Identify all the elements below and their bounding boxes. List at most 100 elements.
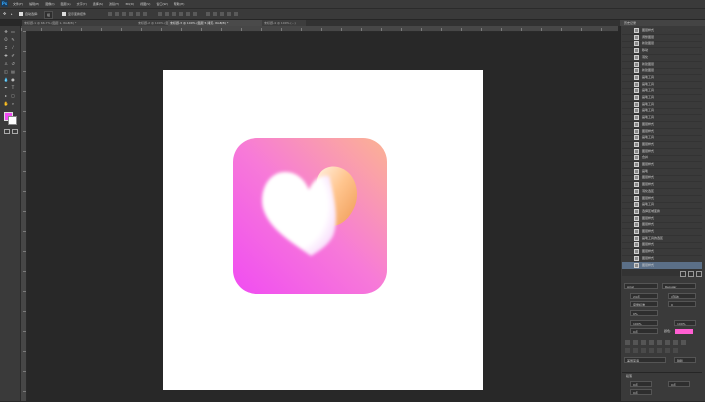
stylistic-alternates-icon[interactable]: [649, 348, 654, 353]
history-state-icon: [634, 255, 639, 261]
ligature-icon[interactable]: [625, 348, 630, 353]
path-select-tool-icon[interactable]: ▸: [3, 93, 9, 98]
language-select[interactable]: 美国英语: [624, 357, 666, 363]
tracking-field[interactable]: 0: [668, 301, 696, 307]
history-list[interactable]: 图层样式 调整图层 新建图层 移动 羽化 新建图层 新建图层 画笔工具 画笔工具 画笔工具 画笔工具…: [622, 27, 702, 270]
pen-tool-icon[interactable]: ✒: [3, 85, 9, 90]
3d-rotate-icon[interactable]: [206, 12, 210, 16]
hand-tool-icon[interactable]: ✋: [3, 101, 9, 106]
auto-select-dropdown[interactable]: 组: [44, 11, 54, 19]
3d-roll-icon[interactable]: [213, 12, 217, 16]
healing-brush-tool-icon[interactable]: ✚: [3, 53, 9, 58]
font-style-select[interactable]: Regular: [662, 283, 696, 289]
brush-tool-icon[interactable]: ✐: [10, 53, 16, 58]
fractions-icon[interactable]: [673, 348, 678, 353]
titling-alternates-icon[interactable]: [657, 348, 662, 353]
old-style-icon[interactable]: [633, 348, 638, 353]
distribute-top-icon[interactable]: [158, 12, 162, 16]
clone-stamp-tool-icon[interactable]: ♙: [3, 61, 9, 66]
align-bottom-icon[interactable]: [122, 12, 126, 16]
align-left-icon[interactable]: [129, 12, 133, 16]
menu-file[interactable]: 文件(F): [13, 1, 23, 7]
strikethrough-icon[interactable]: [681, 340, 686, 345]
eyedropper-tool-icon[interactable]: ⁄: [10, 45, 16, 50]
history-state-icon: [634, 61, 639, 67]
distribute-hcenter-icon[interactable]: [186, 12, 190, 16]
menu-layer[interactable]: 图层(L): [61, 1, 71, 7]
menu-help[interactable]: 帮助(H): [174, 1, 185, 7]
indent-right-field[interactable]: 0点: [668, 381, 690, 387]
vertical-scale-field[interactable]: 100%: [630, 320, 658, 326]
history-state-row[interactable]: 图层样式: [622, 261, 702, 270]
menu-filter[interactable]: 滤镜(T): [109, 1, 119, 7]
auto-select-checkbox[interactable]: [19, 12, 23, 16]
menu-type[interactable]: 文字(Y): [77, 1, 87, 7]
text-color-swatch[interactable]: [675, 329, 693, 334]
ordinals-icon[interactable]: [665, 348, 670, 353]
shape-tool-icon[interactable]: ▢: [10, 93, 16, 98]
underline-icon[interactable]: [673, 340, 678, 345]
faux-italic-icon[interactable]: [633, 340, 638, 345]
menu-select[interactable]: 选择(S): [93, 1, 103, 7]
leading-field[interactable]: (自动): [668, 293, 696, 299]
subscript-icon[interactable]: [665, 340, 670, 345]
blur-tool-icon[interactable]: 💧: [3, 77, 9, 82]
faux-bold-icon[interactable]: [625, 340, 630, 345]
camera-icon[interactable]: [688, 271, 694, 277]
3d-drag-icon[interactable]: [220, 12, 224, 16]
3d-scale-icon[interactable]: [234, 12, 238, 16]
3d-slide-icon[interactable]: [227, 12, 231, 16]
history-brush-tool-icon[interactable]: ↺: [10, 61, 16, 66]
anti-alias-select[interactable]: 锐利: [674, 357, 696, 363]
horizontal-ruler[interactable]: [21, 26, 618, 32]
space-before-field[interactable]: 0点: [630, 389, 652, 395]
background-color-swatch[interactable]: [8, 116, 17, 125]
history-state-icon: [634, 28, 639, 33]
align-right-icon[interactable]: [143, 12, 147, 16]
zoom-tool-icon[interactable]: ⌕: [10, 101, 16, 106]
marquee-tool-icon[interactable]: ▭: [10, 29, 16, 34]
dodge-tool-icon[interactable]: ●: [10, 77, 16, 82]
type-tool-icon[interactable]: T: [10, 85, 16, 90]
all-caps-icon[interactable]: [641, 340, 646, 345]
screen-mode-icon[interactable]: [12, 129, 18, 134]
gradient-tool-icon[interactable]: ▤: [10, 69, 16, 74]
horizontal-scale-field[interactable]: 100%: [674, 320, 696, 326]
distribute-right-icon[interactable]: [193, 12, 197, 16]
crop-tool-icon[interactable]: ⌗: [3, 45, 9, 50]
distribute-left-icon[interactable]: [179, 12, 183, 16]
history-panel-title: 历史记录: [624, 21, 637, 25]
menu-view[interactable]: 视图(V): [140, 1, 150, 7]
transform-controls-checkbox[interactable]: [62, 12, 66, 16]
lasso-tool-icon[interactable]: ʘ: [3, 37, 9, 42]
trash-icon[interactable]: [696, 271, 702, 277]
align-top-icon[interactable]: [108, 12, 112, 16]
tool-preset-picker[interactable]: ▸: [11, 11, 13, 17]
menu-3d[interactable]: 3D(D): [125, 1, 134, 7]
tsume-field[interactable]: 0%: [630, 310, 658, 316]
menu-edit[interactable]: 编辑(E): [29, 1, 39, 7]
quick-mask-icon[interactable]: [4, 129, 10, 134]
move-tool-icon[interactable]: ✥: [3, 29, 9, 34]
kerning-field[interactable]: 度量标准: [630, 301, 658, 307]
distribute-bottom-icon[interactable]: [172, 12, 176, 16]
new-snapshot-icon[interactable]: [680, 271, 686, 277]
indent-left-field[interactable]: 0点: [630, 381, 652, 387]
font-size-field[interactable]: 24点: [630, 293, 658, 299]
align-vcenter-icon[interactable]: [115, 12, 119, 16]
history-panel-footer: [622, 270, 702, 277]
font-family-select[interactable]: Arial: [624, 283, 658, 289]
baseline-shift-field[interactable]: 0点: [630, 328, 658, 334]
menu-window[interactable]: 窗口(W): [156, 1, 167, 7]
move-tool-icon[interactable]: ✥: [3, 11, 6, 17]
eraser-tool-icon[interactable]: ◫: [3, 69, 9, 74]
swash-icon[interactable]: [641, 348, 646, 353]
quick-select-tool-icon[interactable]: ✎: [10, 37, 16, 42]
align-hcenter-icon[interactable]: [136, 12, 140, 16]
menu-image[interactable]: 图像(I): [45, 1, 54, 7]
distribute-vcenter-icon[interactable]: [165, 12, 169, 16]
history-state-icon: [634, 54, 639, 60]
vertical-ruler[interactable]: [21, 31, 27, 401]
superscript-icon[interactable]: [657, 340, 662, 345]
small-caps-icon[interactable]: [649, 340, 654, 345]
